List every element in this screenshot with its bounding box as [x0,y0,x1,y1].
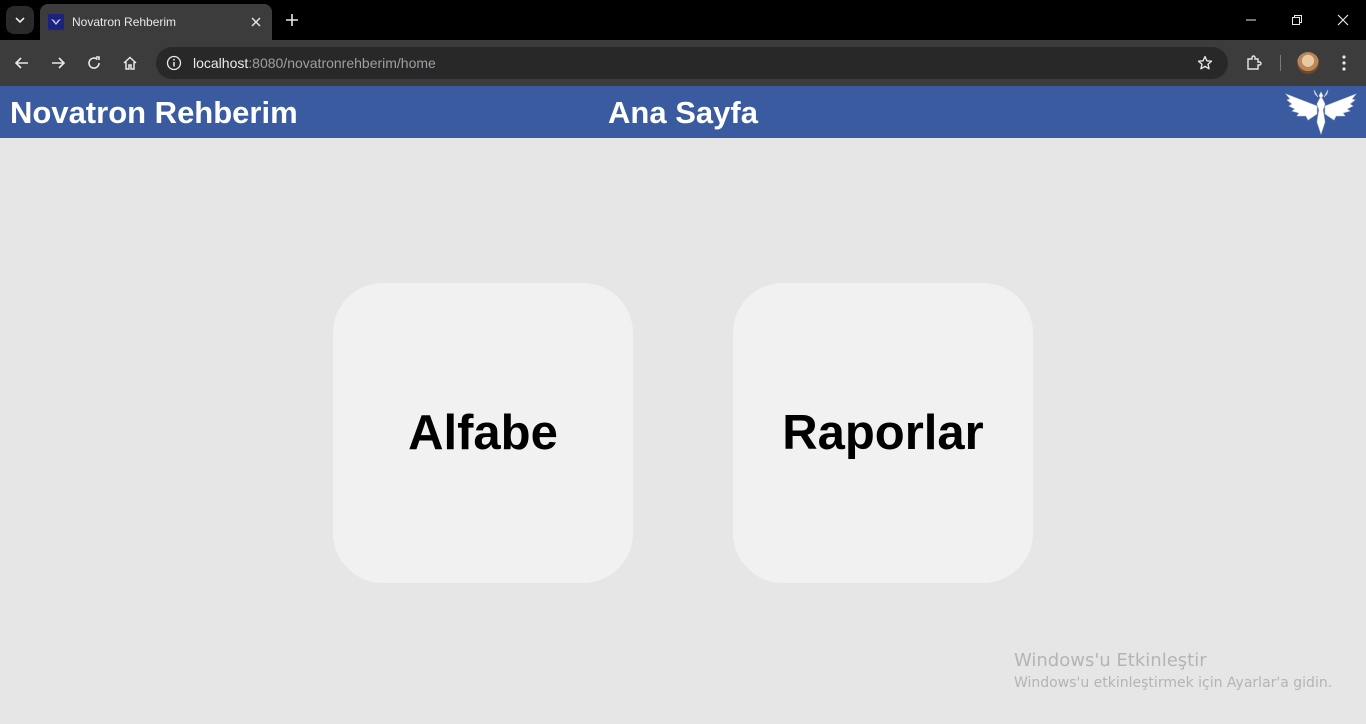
home-button[interactable] [116,49,144,77]
arrow-right-icon [52,57,66,69]
page-title: Ana Sayfa [608,95,758,130]
tab-search-button[interactable] [6,6,34,34]
reload-icon [88,56,100,69]
url-host: localhost [193,55,249,71]
restore-button[interactable] [1274,0,1320,40]
home-icon [123,56,137,70]
browser-tab[interactable]: Novatron Rehberim [40,4,272,40]
browser-toolbar: localhost:8080/novatronrehberim/home [0,40,1366,86]
close-icon [1337,14,1349,26]
card-label: Raporlar [782,406,984,460]
windows-activation-watermark: Windows'u Etkinleştir Windows'u etkinleş… [1014,650,1332,691]
info-icon [166,55,182,71]
app-header: Novatron Rehberim Ana Sayfa [0,86,1366,138]
close-icon [251,17,261,27]
address-bar[interactable]: localhost:8080/novatronrehberim/home [156,47,1228,79]
site-info-button[interactable] [162,51,186,75]
new-tab-button[interactable] [280,8,304,32]
watermark-subtitle: Windows'u etkinleştirmek için Ayarlar'a … [1014,675,1333,691]
restore-icon [1292,15,1302,25]
raporlar-card[interactable]: Raporlar [733,283,1033,583]
bookmark-button[interactable] [1194,52,1216,74]
forward-button[interactable] [44,49,72,77]
close-window-button[interactable] [1320,0,1366,40]
arrow-left-icon [14,57,28,69]
extensions-button[interactable] [1240,49,1268,77]
minimize-button[interactable] [1228,0,1274,40]
reload-button[interactable] [80,49,108,77]
more-vert-icon [1342,55,1346,71]
tab-title: Novatron Rehberim [72,15,177,29]
tab-close-button[interactable] [246,12,266,32]
back-button[interactable] [8,49,36,77]
toolbar-divider [1280,55,1281,71]
eagle-logo-icon [1285,89,1357,135]
minimize-icon [1246,19,1256,21]
card-label: Alfabe [408,406,558,460]
alfabe-card[interactable]: Alfabe [333,283,633,583]
chevron-down-icon [15,17,25,24]
url-text[interactable]: localhost:8080/novatronrehberim/home [193,55,436,71]
watermark-title: Windows'u Etkinleştir [1014,650,1207,671]
url-path: :8080/novatronrehberim/home [248,55,436,71]
plus-icon [286,14,298,26]
profile-avatar[interactable] [1297,52,1319,74]
puzzle-icon [1247,55,1262,70]
favicon-icon [48,14,64,30]
browser-tabstrip: Novatron Rehberim [0,0,1366,40]
star-icon [1197,55,1213,70]
menu-button[interactable] [1330,49,1358,77]
